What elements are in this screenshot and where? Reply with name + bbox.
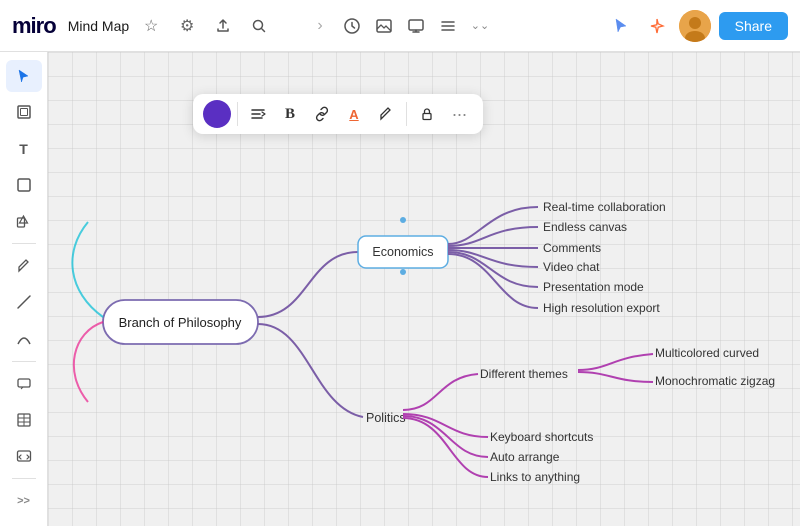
pen-tool[interactable] — [6, 250, 42, 282]
text-tool[interactable]: T — [6, 132, 42, 164]
child-keyboard: Keyboard shortcuts — [490, 430, 593, 444]
child-comments: Comments — [543, 241, 601, 255]
embed-tool[interactable] — [6, 440, 42, 472]
child-autoarrange: Auto arrange — [490, 450, 560, 464]
arc-tool[interactable] — [6, 322, 42, 354]
floating-toolbar: B A ··· — [193, 94, 483, 134]
child-monochromatic: Monochromatic zigzag — [655, 374, 775, 388]
doc-title[interactable]: Mind Map — [68, 18, 129, 34]
ft-pen-button[interactable] — [372, 100, 400, 128]
header: miro Mind Map ☆ ⚙ › ⌄⌄ — [0, 0, 800, 52]
ft-bold-button[interactable]: B — [276, 100, 304, 128]
child-multicolored: Multicolored curved — [655, 346, 759, 360]
child-videochat: Video chat — [543, 260, 600, 274]
table-tool[interactable] — [6, 404, 42, 436]
select-tool[interactable] — [6, 60, 42, 92]
ft-lock-button[interactable] — [413, 100, 441, 128]
child-highres: High resolution export — [543, 301, 660, 315]
economics-label: Economics — [372, 245, 433, 259]
shapes-tool[interactable] — [6, 205, 42, 237]
cursor-icon[interactable] — [607, 12, 635, 40]
comment-tool[interactable] — [6, 367, 42, 399]
different-themes-label: Different themes — [480, 367, 568, 381]
star-icon[interactable]: ☆ — [137, 12, 165, 40]
toolbar-separator-3 — [12, 478, 36, 479]
root-label: Branch of Philosophy — [119, 315, 242, 330]
toolbar-separator-2 — [12, 361, 36, 362]
main: T >> — [0, 52, 800, 526]
child-canvas: Endless canvas — [543, 220, 627, 234]
child-links: Links to anything — [490, 470, 580, 484]
line-tool[interactable] — [6, 286, 42, 318]
ft-more-button[interactable]: ··· — [445, 100, 473, 128]
ft-separator-1 — [237, 102, 238, 126]
chevron-down-icon[interactable]: ⌄⌄ — [466, 12, 494, 40]
lines-icon[interactable] — [434, 12, 462, 40]
ft-align-button[interactable] — [244, 100, 272, 128]
nav-arrow-icon[interactable]: › — [306, 12, 334, 40]
more-tools[interactable]: >> — [6, 485, 42, 518]
toolbar-separator-1 — [12, 243, 36, 244]
sparkle-icon[interactable] — [643, 12, 671, 40]
share-button[interactable]: Share — [719, 12, 788, 40]
frame-tool[interactable] — [6, 96, 42, 128]
ft-link-button[interactable] — [308, 100, 336, 128]
canvas[interactable]: B A ··· .mm-path { fill: none; stroke-wi… — [48, 52, 800, 526]
child-realtime: Real-time collaboration — [543, 200, 666, 214]
image-icon[interactable] — [370, 12, 398, 40]
header-center: › ⌄⌄ — [306, 12, 494, 40]
ft-text-color-button[interactable]: A — [340, 100, 368, 128]
child-presentation: Presentation mode — [543, 280, 644, 294]
left-toolbar: T >> — [0, 52, 48, 526]
logo: miro — [12, 13, 56, 39]
avatar[interactable] — [679, 10, 711, 42]
politics-label: Politics — [366, 411, 406, 425]
settings-icon[interactable]: ⚙ — [173, 12, 201, 40]
ft-separator-2 — [406, 102, 407, 126]
screen-icon[interactable] — [402, 12, 430, 40]
header-right: Share — [607, 10, 788, 42]
color-picker[interactable] — [203, 100, 231, 128]
export-icon[interactable] — [209, 12, 237, 40]
timer-icon[interactable] — [338, 12, 366, 40]
sticky-tool[interactable] — [6, 169, 42, 201]
search-icon[interactable] — [245, 12, 273, 40]
